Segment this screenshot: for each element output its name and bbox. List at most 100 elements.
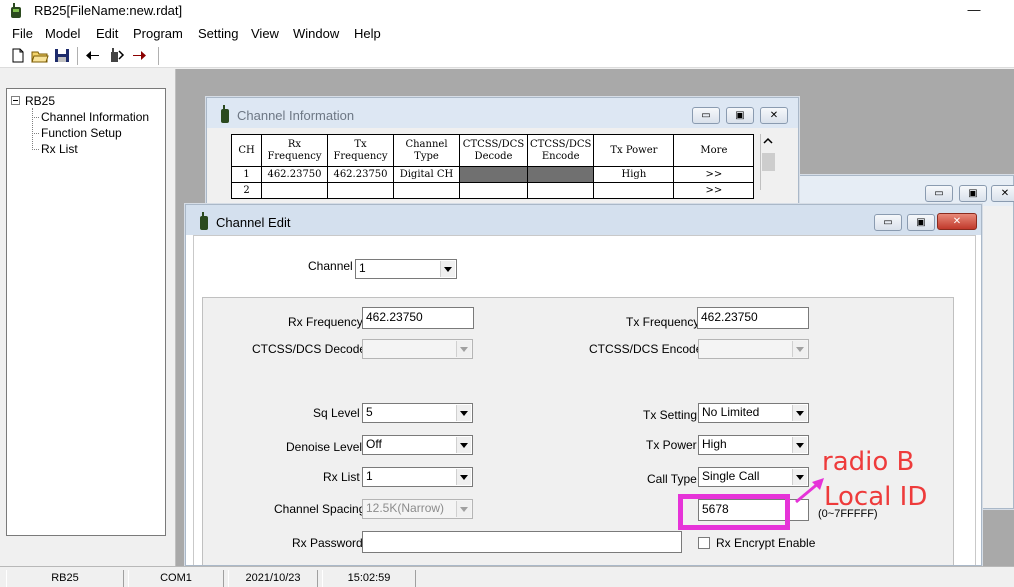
menu-help[interactable]: Help [354,26,381,41]
menu-file[interactable]: File [12,26,33,41]
chinfo-minimize-button[interactable]: ▭ [692,107,720,124]
channel-table: CH Rx Frequency Tx Frequency Channel Typ… [231,134,755,199]
save-disk-icon[interactable] [53,47,71,64]
minimize-app-button[interactable]: — [966,2,982,18]
open-folder-icon[interactable] [31,47,49,64]
menu-setting[interactable]: Setting [198,26,238,41]
read-from-radio-icon[interactable] [85,47,103,64]
rx-password-input[interactable] [362,531,682,553]
chinfo-close-button[interactable]: ✕ [760,107,788,124]
channel-spacing-select[interactable]: 12.5K(Narrow) [362,499,473,519]
rx-encrypt-checkbox[interactable] [698,537,710,549]
tree-connector [32,149,39,150]
chevron-down-icon[interactable] [792,405,807,421]
chevron-down-icon[interactable] [456,437,471,453]
chevron-down-icon[interactable] [456,501,471,517]
tree-root-rb25[interactable]: RB25 [25,94,55,108]
col-header-tx-power[interactable]: Tx Power [593,134,675,167]
cell-tx-frequency[interactable]: 462.23750 [327,166,394,183]
denoise-level-label: Denoise Level [286,440,363,454]
background-close-button[interactable]: ✕ [991,185,1014,202]
col-header-rx-frequency[interactable]: Rx Frequency [261,134,328,167]
cell-more[interactable]: >> [673,166,755,183]
tx-setting-value: No Limited [702,405,760,419]
menu-model[interactable]: Model [45,26,80,41]
table-row[interactable]: 1 462.23750 462.23750 Digital CH High >> [231,166,755,183]
chedit-minimize-button[interactable]: ▭ [874,214,902,231]
table-scrollbar[interactable] [760,134,776,190]
col-header-tx-frequency[interactable]: Tx Frequency [327,134,394,167]
col-header-ctcss-encode[interactable]: CTCSS/DCS Encode [526,134,595,167]
tree-item-channel-information[interactable]: Channel Information [41,110,149,124]
status-time: 15:02:59 [322,570,416,587]
radio-window-icon [200,212,208,230]
cell-ctcss-decode[interactable] [459,166,528,183]
channel-select[interactable]: 1 [355,259,457,279]
chedit-restore-button[interactable]: ▣ [907,214,935,231]
menu-view[interactable]: View [251,26,279,41]
menu-edit[interactable]: Edit [96,26,118,41]
cell-ctcss-encode[interactable] [526,182,595,199]
toolbar [0,44,1014,68]
ctcss-decode-label: CTCSS/DCS Decode [252,342,367,356]
radio-app-icon [11,3,21,18]
col-header-ctcss-decode[interactable]: CTCSS/DCS Decode [459,134,528,167]
col-header-ch[interactable]: CH [231,134,262,167]
channel-edit-title: Channel Edit [216,215,291,230]
cell-tx-power[interactable]: High [593,166,675,183]
toolbar-separator [77,47,79,65]
cell-tx-power[interactable] [593,182,675,199]
menu-window[interactable]: Window [293,26,339,41]
ctcss-encode-select[interactable] [698,339,809,359]
tx-setting-label: Tx Setting [643,408,698,422]
denoise-level-select[interactable]: Off [362,435,473,455]
rx-encrypt-label: Rx Encrypt Enable [716,536,816,550]
annotation-text-local-id: Local ID [824,482,928,512]
chevron-down-icon[interactable] [792,437,807,453]
new-file-icon[interactable] [9,47,27,64]
scrollbar-thumb[interactable] [762,153,775,171]
chevron-down-icon[interactable] [456,341,471,357]
ctcss-encode-label: CTCSS/DCS Encode [589,342,703,356]
cell-ctcss-encode[interactable] [526,166,595,183]
write-to-radio-icon[interactable] [130,47,148,64]
chinfo-restore-button[interactable]: ▣ [726,107,754,124]
cell-ch[interactable]: 2 [231,182,262,199]
cell-channel-type[interactable] [393,182,460,199]
tree-item-rx-list[interactable]: Rx List [41,142,78,156]
chevron-down-icon[interactable] [456,469,471,485]
tx-frequency-input[interactable]: 462.23750 [697,307,809,329]
ctcss-decode-select[interactable] [362,339,473,359]
status-port: COM1 [128,570,224,587]
tx-setting-select[interactable]: No Limited [698,403,809,423]
status-model: RB25 [6,570,124,587]
toolbar-separator [158,47,160,65]
chevron-down-icon[interactable] [792,341,807,357]
sq-level-select[interactable]: 5 [362,403,473,423]
table-header-row: CH Rx Frequency Tx Frequency Channel Typ… [231,134,755,167]
col-header-more[interactable]: More [673,134,755,167]
table-row[interactable]: 2 >> [231,182,755,199]
program-radio-icon[interactable] [107,47,125,64]
tree-item-function-setup[interactable]: Function Setup [41,126,122,140]
tx-power-select[interactable]: High [698,435,809,455]
chedit-close-button[interactable]: ✕ [937,213,977,230]
cell-tx-frequency[interactable] [327,182,394,199]
cell-rx-frequency[interactable] [261,182,328,199]
tree-collapse-icon[interactable] [11,96,20,105]
menu-program[interactable]: Program [133,26,183,41]
cell-more[interactable]: >> [673,182,755,199]
rx-frequency-input[interactable]: 462.23750 [362,307,474,329]
col-header-channel-type[interactable]: Channel Type [393,134,460,167]
chevron-down-icon[interactable] [456,405,471,421]
minimize-icon: — [967,2,981,17]
cell-channel-type[interactable]: Digital CH [393,166,460,183]
rx-list-select[interactable]: 1 [362,467,473,487]
scroll-up-icon[interactable] [761,134,775,148]
background-restore-button[interactable]: ▣ [959,185,987,202]
chevron-down-icon[interactable] [440,261,455,277]
background-minimize-button[interactable]: ▭ [925,185,953,202]
cell-ch[interactable]: 1 [231,166,262,183]
cell-ctcss-decode[interactable] [459,182,528,199]
cell-rx-frequency[interactable]: 462.23750 [261,166,328,183]
